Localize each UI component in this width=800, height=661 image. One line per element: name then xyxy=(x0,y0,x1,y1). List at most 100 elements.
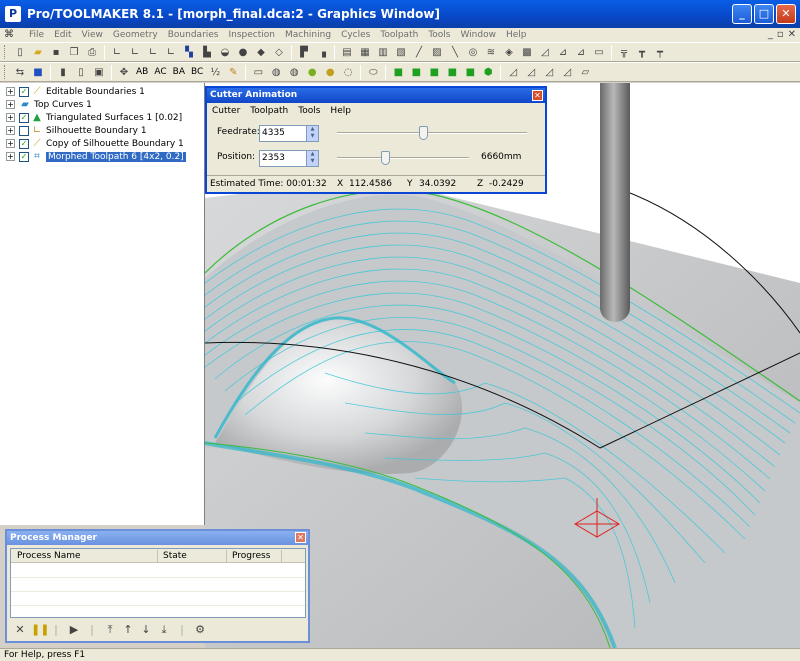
menu-cycles[interactable]: Cycles xyxy=(336,30,375,40)
run-process-icon[interactable]: ▶ xyxy=(67,623,81,637)
toolbar-grip[interactable] xyxy=(4,45,7,59)
tool-library-icon[interactable]: ╦ xyxy=(616,44,632,60)
tree-item[interactable]: + ∟ Silhouette Boundary 1 xyxy=(6,124,147,137)
feedrate-slider-thumb[interactable] xyxy=(418,126,428,140)
boundary-tool-icon[interactable]: ∟ xyxy=(163,44,179,60)
menu-geometry[interactable]: Geometry xyxy=(108,30,163,40)
mdi-restore-icon[interactable]: ▫ xyxy=(777,29,784,40)
toolbar-grip[interactable] xyxy=(4,65,7,79)
tree-item[interactable]: + ✓ ⌗ Morphed Toolpath 6 [4x2, 0.2] xyxy=(6,150,186,163)
column-progress[interactable]: Progress xyxy=(232,551,270,561)
move-tool-icon[interactable]: ✥ xyxy=(116,64,132,80)
cycle-tool-icon[interactable]: ▭ xyxy=(591,44,607,60)
menu-tools[interactable]: Tools xyxy=(423,30,455,40)
cycle-tool-icon[interactable]: ⊿ xyxy=(573,44,589,60)
column-process-name[interactable]: Process Name xyxy=(17,551,81,561)
toolpath-tool-icon[interactable]: ▱ xyxy=(577,64,593,80)
expand-icon[interactable]: + xyxy=(6,152,15,161)
menu-toolpath[interactable]: Toolpath xyxy=(375,30,423,40)
feedrate-slider-track[interactable] xyxy=(337,132,527,134)
dialog-menu-toolpath[interactable]: Toolpath xyxy=(245,106,293,116)
color-cube-icon[interactable]: ■ xyxy=(30,64,46,80)
tree-item[interactable]: + ✓ ⟋ Editable Boundaries 1 xyxy=(6,85,145,98)
print-icon[interactable]: ⎙ xyxy=(84,44,100,60)
spinner-arrows-icon[interactable]: ▲ ▼ xyxy=(306,150,318,166)
position-slider-thumb[interactable] xyxy=(380,151,390,165)
tree-item[interactable]: + ✓ ⟋ Copy of Silhouette Boundary 1 xyxy=(6,137,184,150)
visibility-checkbox[interactable]: ✓ xyxy=(19,86,29,97)
boundary-tool-icon[interactable]: ∟ xyxy=(127,44,143,60)
boundary-tool-icon[interactable]: ∟ xyxy=(109,44,125,60)
green-cube-icon[interactable]: ■ xyxy=(408,64,424,80)
cycle-tool-icon[interactable]: ◎ xyxy=(465,44,481,60)
render-icon[interactable]: ◍ xyxy=(268,64,284,80)
minimize-button[interactable]: _ xyxy=(732,4,752,24)
bc-button[interactable]: BC xyxy=(189,64,205,80)
process-settings-icon[interactable]: ⚙ xyxy=(193,623,207,637)
column-divider[interactable] xyxy=(281,550,282,562)
move-to-bottom-icon[interactable]: ⤓ xyxy=(157,623,171,637)
expand-icon[interactable]: + xyxy=(6,87,15,96)
dialog-close-icon[interactable]: ✕ xyxy=(532,90,543,101)
tree-item[interactable]: + ▰ Top Curves 1 xyxy=(6,98,92,111)
close-button[interactable]: ✕ xyxy=(776,4,796,24)
cycle-tool-icon[interactable]: ▩ xyxy=(519,44,535,60)
toolpath-tool-icon[interactable]: ◿ xyxy=(541,64,557,80)
expand-icon[interactable]: + xyxy=(6,113,15,122)
maximize-button[interactable]: □ xyxy=(754,4,774,24)
menu-edit[interactable]: Edit xyxy=(49,30,76,40)
document-menu-icon[interactable]: ⌘ xyxy=(4,29,18,41)
mdi-close-icon[interactable]: ✕ xyxy=(788,29,796,40)
view-tool-icon[interactable]: ▮ xyxy=(55,64,71,80)
cycle-tool-icon[interactable]: ╱ xyxy=(411,44,427,60)
shaded-render-icon[interactable]: ● xyxy=(304,64,320,80)
toolpath-tool-icon[interactable]: ◿ xyxy=(505,64,521,80)
ba-button[interactable]: BA xyxy=(171,64,187,80)
render-icon[interactable]: ◌ xyxy=(340,64,356,80)
cycle-tool-icon[interactable]: ▨ xyxy=(429,44,445,60)
visibility-checkbox[interactable]: ✓ xyxy=(19,112,29,123)
green-cube-icon[interactable]: ■ xyxy=(462,64,478,80)
menu-window[interactable]: Window xyxy=(455,30,501,40)
menu-view[interactable]: View xyxy=(77,30,108,40)
new-file-icon[interactable]: ▯ xyxy=(12,44,28,60)
menu-inspection[interactable]: Inspection xyxy=(224,30,281,40)
pencil-icon[interactable]: ✎ xyxy=(225,64,241,80)
cycle-tool-icon[interactable]: ≋ xyxy=(483,44,499,60)
menu-help[interactable]: Help xyxy=(501,30,532,40)
process-manager-title-bar[interactable]: Process Manager ✕ xyxy=(7,531,308,545)
mdi-minimize-icon[interactable]: _ xyxy=(768,29,773,40)
machining-tool-icon[interactable]: ◒ xyxy=(217,44,233,60)
toolpath-tool-icon[interactable]: ◿ xyxy=(523,64,539,80)
feedrate-spinner[interactable]: 4335 ▲ ▼ xyxy=(259,124,319,142)
cycle-tool-icon[interactable]: ◈ xyxy=(501,44,517,60)
green-cube-icon[interactable]: ■ xyxy=(426,64,442,80)
pause-process-icon[interactable]: ❚❚ xyxy=(31,623,49,637)
tool-library-icon[interactable]: ┯ xyxy=(652,44,668,60)
spinner-arrows-icon[interactable]: ▲ ▼ xyxy=(306,125,318,141)
cancel-process-icon[interactable]: ✕ xyxy=(13,623,27,637)
ac-button[interactable]: AC xyxy=(152,64,168,80)
green-cube-icon[interactable]: ■ xyxy=(390,64,406,80)
green-cube-icon[interactable]: ■ xyxy=(444,64,460,80)
dialog-menu-help[interactable]: Help xyxy=(325,106,356,116)
save-icon[interactable]: ▪ xyxy=(48,44,64,60)
cycle-tool-icon[interactable]: ⊿ xyxy=(555,44,571,60)
book-icon[interactable]: ▯ xyxy=(73,64,89,80)
inspection-tool-icon[interactable]: ▚ xyxy=(181,44,197,60)
position-slider-track[interactable] xyxy=(337,157,469,159)
shaded-render-icon[interactable]: ● xyxy=(322,64,338,80)
menu-file[interactable]: File xyxy=(24,30,49,40)
select-tool-icon[interactable]: ⇆ xyxy=(12,64,28,80)
process-table[interactable]: Process Name State Progress xyxy=(10,548,306,618)
window-icon[interactable]: ▭ xyxy=(250,64,266,80)
open-folder-icon[interactable]: ▰ xyxy=(30,44,46,60)
copy-icon[interactable]: ❐ xyxy=(66,44,82,60)
tool-library-icon[interactable]: ┳ xyxy=(634,44,650,60)
menu-boundaries[interactable]: Boundaries xyxy=(163,30,224,40)
boundary-tool-icon[interactable]: ∟ xyxy=(145,44,161,60)
view-tool-icon[interactable]: ▣ xyxy=(91,64,107,80)
fraction-icon[interactable]: ½ xyxy=(207,64,223,80)
position-spinner[interactable]: 2353 ▲ ▼ xyxy=(259,149,319,167)
cycle-tool-icon[interactable]: ▦ xyxy=(357,44,373,60)
